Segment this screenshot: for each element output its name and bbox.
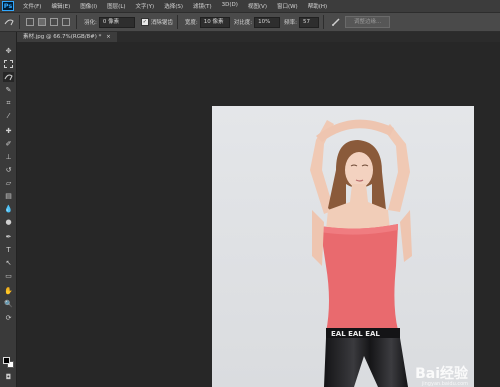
clone-stamp-tool-icon[interactable]: ⊥ [3, 152, 14, 162]
quick-mask-icon[interactable]: ◘ [3, 372, 14, 382]
menu-item[interactable]: 选择(S) [159, 2, 188, 10]
menu-item[interactable]: 窗口(W) [272, 2, 303, 10]
pen-tool-icon[interactable]: ✒ [3, 232, 14, 242]
subtract-selection-icon[interactable] [50, 18, 58, 26]
menu-item[interactable]: 滤镜(T) [188, 2, 217, 10]
svg-text:EAL EAL EAL: EAL EAL EAL [331, 330, 380, 338]
rotate-view-tool-icon[interactable]: ⟳ [3, 313, 14, 323]
foreground-color-swatch[interactable] [3, 357, 10, 364]
feather-label: 羽化: [84, 20, 97, 26]
document-tab-bar: 素材.jpg @ 66.7%(RGB/8#) * × [17, 32, 500, 42]
gradient-tool-icon[interactable]: ▤ [3, 191, 14, 201]
menu-item[interactable]: 文件(F) [18, 2, 46, 10]
history-brush-tool-icon[interactable]: ↺ [3, 165, 14, 175]
refine-edge-button[interactable]: 调整边缘... [344, 16, 391, 28]
photoshop-logo: Ps [2, 1, 14, 11]
menu-item[interactable]: 图像(I) [75, 2, 102, 10]
dodge-tool-icon[interactable]: ● [3, 217, 14, 227]
antialias-label: 消除锯齿 [150, 20, 173, 26]
document-canvas[interactable]: EAL EAL EAL Bai经验 jingyan.baidu.com [212, 106, 474, 387]
tools-panel: ✥ ✎ ⌗ ⁄ ✚ ✐ ⊥ ↺ ▱ ▤ 💧 ● ✒ T ↖ ▭ ✋ 🔍 ⟳ ◘ [0, 32, 17, 387]
watermark-url: jingyan.baidu.com [421, 381, 468, 387]
watermark: Bai经验 [415, 363, 468, 383]
path-selection-tool-icon[interactable]: ↖ [3, 258, 14, 268]
contrast-input[interactable]: 10% [254, 16, 281, 28]
document-tab[interactable]: 素材.jpg @ 66.7%(RGB/8#) * × [17, 32, 117, 42]
shape-tool-icon[interactable]: ▭ [3, 271, 14, 281]
healing-brush-tool-icon[interactable]: ✚ [3, 126, 14, 136]
photo-image: EAL EAL EAL [212, 106, 474, 387]
canvas-area: EAL EAL EAL Bai经验 jingyan.baidu.com [17, 42, 500, 387]
menu-item[interactable]: 帮助(H) [303, 2, 332, 10]
antialias-checkbox[interactable]: ✓ [140, 18, 149, 26]
menu-item[interactable]: 视图(V) [243, 2, 272, 10]
move-tool-icon[interactable]: ✥ [3, 46, 14, 56]
hand-tool-icon[interactable]: ✋ [3, 286, 14, 296]
quick-selection-tool-icon[interactable]: ✎ [3, 85, 14, 95]
width-label: 宽度: [184, 20, 198, 26]
document-tab-title: 素材.jpg @ 66.7%(RGB/8#) * [23, 34, 102, 40]
close-icon[interactable]: × [106, 34, 111, 40]
pen-pressure-button[interactable] [331, 17, 341, 27]
frequency-label: 频率: [284, 20, 297, 26]
menu-item[interactable]: 图层(L) [102, 2, 130, 10]
menu-item[interactable]: 3D(D) [217, 2, 243, 10]
options-bar: 羽化: 0 像素 ✓ 消除锯齿 宽度: 10 像素 对比度: 10% 频率: 5… [0, 12, 500, 32]
brush-tool-icon[interactable]: ✐ [3, 139, 14, 149]
blur-tool-icon[interactable]: 💧 [3, 204, 14, 214]
intersect-selection-icon[interactable] [62, 18, 70, 26]
eraser-tool-icon[interactable]: ▱ [3, 178, 14, 188]
feather-input[interactable]: 0 像素 [98, 16, 135, 28]
marquee-tool-icon[interactable] [3, 59, 14, 69]
watermark-text: Bai经验 [415, 366, 468, 382]
menu-item[interactable]: 文字(Y) [131, 2, 160, 10]
zoom-tool-icon[interactable]: 🔍 [3, 299, 14, 309]
new-selection-icon[interactable] [26, 18, 34, 26]
width-input[interactable]: 10 像素 [199, 16, 230, 28]
menu-bar: Ps 文件(F) 编辑(E) 图像(I) 图层(L) 文字(Y) 选择(S) 滤镜(T) 3D… [0, 0, 500, 12]
menu-item[interactable]: 编辑(E) [46, 2, 75, 10]
crop-tool-icon[interactable]: ⌗ [3, 98, 14, 108]
add-selection-icon[interactable] [38, 18, 46, 26]
lasso-tool-icon[interactable] [3, 72, 14, 82]
type-tool-icon[interactable]: T [3, 245, 14, 255]
frequency-input[interactable]: 57 [298, 16, 319, 28]
contrast-label: 对比度: [233, 20, 253, 26]
magnetic-lasso-icon [4, 19, 14, 26]
pen-pressure-icon [331, 18, 340, 26]
tool-preset-picker[interactable] [3, 17, 15, 27]
eyedropper-tool-icon[interactable]: ⁄ [3, 111, 14, 121]
